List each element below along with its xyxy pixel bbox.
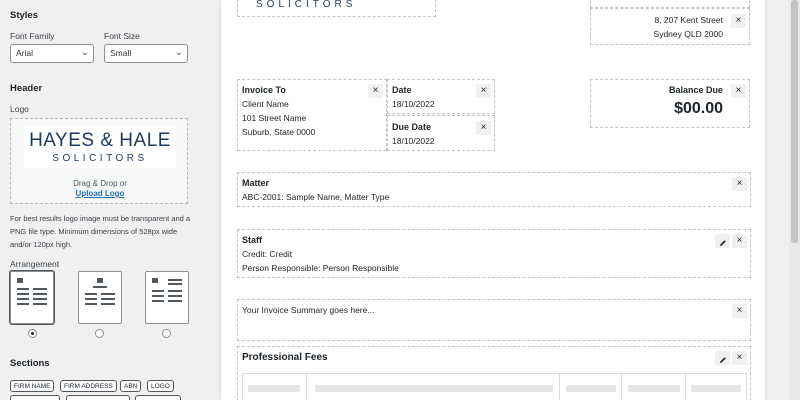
font-family-label: Font Family xyxy=(10,31,55,41)
arrangement-radio-2[interactable] xyxy=(95,329,104,338)
matter-block[interactable]: Matter ABC-2001: Sample Name, Matter Typ… xyxy=(237,172,751,207)
section-tag[interactable] xyxy=(10,395,60,400)
header-logo-block[interactable]: SOLICITORS xyxy=(237,0,436,17)
staff-responsible: Person Responsible: Person Responsible xyxy=(242,263,399,273)
chevron-down-icon: ⌄ xyxy=(174,47,183,58)
close-icon[interactable]: × xyxy=(732,177,747,191)
logo-help-text: For best results logo image must be tran… xyxy=(10,214,191,249)
font-family-value: Arial xyxy=(16,48,34,58)
settings-sidebar: Styles Font Family Arial ⌄ Font Size Sma… xyxy=(0,0,200,400)
matter-value: ABC-2001: Sample Name, Matter Type xyxy=(242,192,390,202)
styles-heading: Styles xyxy=(10,10,38,21)
date-value: 18/10/2022 xyxy=(392,99,435,109)
close-icon[interactable]: × xyxy=(368,84,383,98)
scrollbar-thumb[interactable] xyxy=(791,0,798,243)
font-size-select[interactable]: Small ⌄ xyxy=(104,44,188,63)
close-icon[interactable]: × xyxy=(732,351,747,365)
client-street: 101 Street Name xyxy=(242,113,307,123)
section-tag-firm-address[interactable]: FIRM ADDRESS xyxy=(60,380,117,392)
close-icon[interactable]: × xyxy=(476,84,491,98)
staff-credit: Credit: Credit xyxy=(242,249,293,259)
table-column xyxy=(243,374,307,400)
balance-due-block[interactable]: Balance Due $00.00 × xyxy=(590,79,750,128)
image-icon xyxy=(17,278,23,283)
section-tag-firm-name[interactable]: FIRM NAME xyxy=(10,380,55,392)
sections-heading: Sections xyxy=(10,358,50,369)
client-name: Client Name xyxy=(242,99,289,109)
matter-title: Matter xyxy=(242,178,270,188)
logo-dropzone[interactable]: HAYES & HALE SOLICITORS Drag & Drop or U… xyxy=(10,118,188,204)
arrangement-option-2[interactable] xyxy=(78,271,122,324)
logo-label: Logo xyxy=(10,104,29,114)
drag-drop-text: Drag & Drop or xyxy=(73,179,127,188)
invoice-to-block[interactable]: Invoice To Client Name 101 Street Name S… xyxy=(237,79,387,151)
font-family-select[interactable]: Arial ⌄ xyxy=(10,44,94,63)
due-date-block[interactable]: Due Date 18/10/2022 × xyxy=(387,115,495,151)
invoice-summary-text: Your Invoice Summary goes here... xyxy=(242,305,375,315)
fees-table-placeholder xyxy=(242,373,747,400)
firm-name-block[interactable] xyxy=(590,0,750,8)
image-icon xyxy=(152,278,158,283)
arrangement-radio-1[interactable] xyxy=(28,329,37,338)
firm-address-block[interactable]: 8, 207 Kent Street Sydney QLD 2000 × xyxy=(590,8,750,45)
logo-text-line1: HAYES & HALE xyxy=(29,130,171,151)
edit-icon[interactable] xyxy=(715,351,730,365)
table-column xyxy=(307,374,560,400)
professional-fees-title: Professional Fees xyxy=(242,352,328,363)
header-heading: Header xyxy=(10,83,43,94)
upload-logo-link[interactable]: Upload Logo xyxy=(76,189,125,198)
arrangement-option-3[interactable] xyxy=(145,271,189,324)
invoice-summary-block[interactable]: Your Invoice Summary goes here... × xyxy=(237,299,751,341)
balance-due-title: Balance Due xyxy=(668,85,723,95)
staff-block[interactable]: Staff Credit: Credit Person Responsible:… xyxy=(237,229,751,278)
balance-due-value: $00.00 xyxy=(674,100,723,117)
firm-address-line1: 8, 207 Kent Street xyxy=(654,15,723,25)
arrangement-radio-3[interactable] xyxy=(162,329,171,338)
arrangement-option-1[interactable] xyxy=(10,271,54,324)
header-logo-text: SOLICITORS xyxy=(256,0,357,10)
image-icon xyxy=(97,278,103,283)
table-column xyxy=(622,374,686,400)
staff-title: Staff xyxy=(242,235,262,245)
arrangement-label: Arrangement xyxy=(10,259,60,269)
font-size-label: Font Size xyxy=(104,31,140,41)
table-column xyxy=(560,374,622,400)
close-icon[interactable]: × xyxy=(476,121,491,135)
due-date-value: 18/10/2022 xyxy=(392,136,435,146)
section-tag[interactable] xyxy=(135,395,181,400)
invoice-to-title: Invoice To xyxy=(242,85,286,95)
section-tag-abn[interactable]: ABN xyxy=(120,380,142,392)
date-title: Date xyxy=(392,85,412,95)
edit-icon[interactable] xyxy=(715,234,730,248)
due-date-title: Due Date xyxy=(392,122,432,132)
firm-address-line2: Sydney QLD 2000 xyxy=(653,29,723,39)
close-icon[interactable]: × xyxy=(732,304,747,318)
date-block[interactable]: Date 18/10/2022 × xyxy=(387,79,495,114)
table-column xyxy=(686,374,746,400)
close-icon[interactable]: × xyxy=(732,234,747,248)
scrollbar[interactable] xyxy=(789,0,800,400)
logo-text-line2: SOLICITORS xyxy=(52,153,148,164)
client-suburb: Suburb, State 0000 xyxy=(242,127,316,137)
font-size-value: Small xyxy=(110,48,132,58)
section-tag[interactable] xyxy=(66,395,130,400)
chevron-down-icon: ⌄ xyxy=(80,47,89,58)
close-icon[interactable]: × xyxy=(731,14,746,28)
logo-preview: HAYES & HALE SOLICITORS xyxy=(24,125,176,168)
close-icon[interactable]: × xyxy=(731,84,746,98)
section-tag-logo[interactable]: LOGO xyxy=(147,380,174,392)
